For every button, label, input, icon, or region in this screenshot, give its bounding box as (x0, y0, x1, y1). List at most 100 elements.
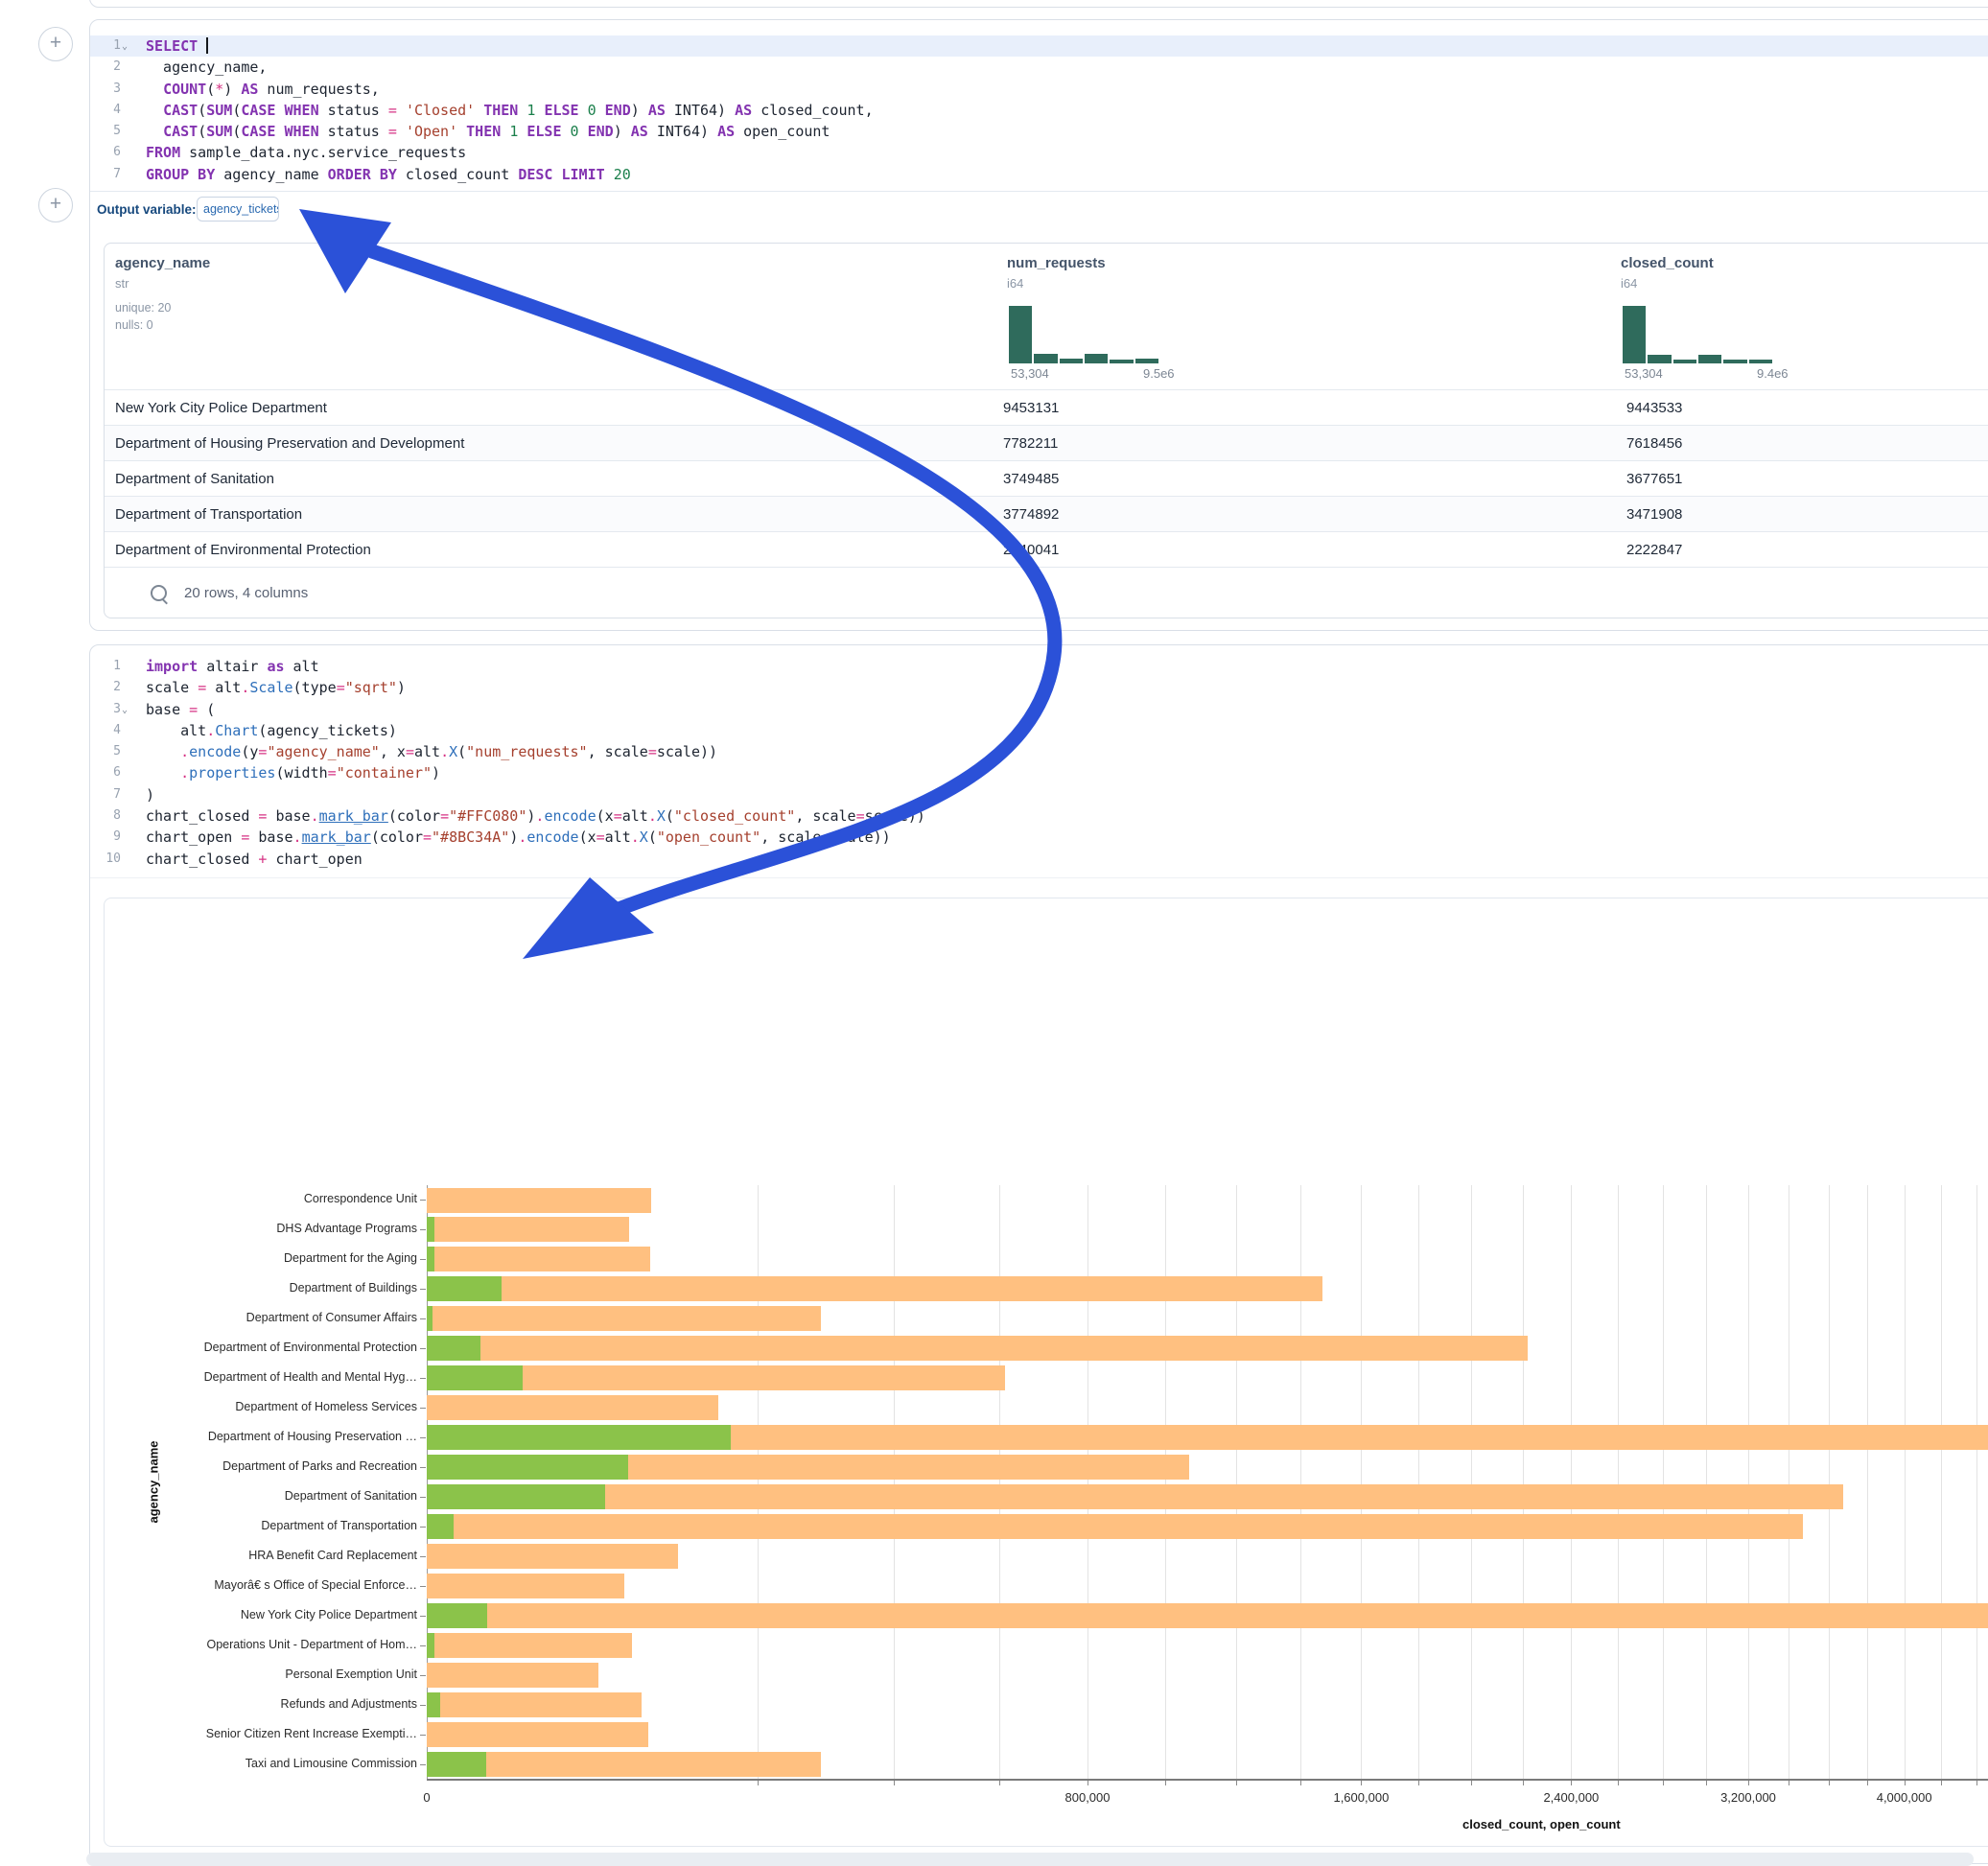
code-line[interactable]: 2 agency_name, (90, 57, 1988, 78)
bar-closed (427, 1484, 1843, 1509)
bar-closed (427, 1663, 598, 1688)
y-axis-tick (420, 1527, 426, 1528)
code-line[interactable]: 7) (90, 784, 1988, 805)
bar-closed (427, 1544, 678, 1569)
code-line[interactable]: 8chart_closed = base.mark_bar(color="#FF… (90, 805, 1988, 827)
histogram-bin (1060, 359, 1083, 363)
y-axis-label: DHS Advantage Programs (103, 1222, 417, 1235)
cell-closed-count: 3677651 (1626, 461, 1682, 497)
y-axis-label: HRA Benefit Card Replacement (103, 1549, 417, 1562)
histogram-bin (1673, 360, 1696, 363)
chart-gridline (1571, 1185, 1572, 1779)
chart-gridline (1300, 1185, 1301, 1779)
chart-gridline (1361, 1185, 1362, 1779)
y-axis-label: Refunds and Adjustments (103, 1697, 417, 1711)
bar-open (427, 1455, 628, 1480)
y-axis-tick (420, 1764, 426, 1765)
x-axis-tick-label: 4,000,000 (1877, 1790, 1932, 1805)
histogram-bin (1698, 355, 1721, 363)
chart-gridline (894, 1185, 895, 1779)
histogram-bin (1623, 306, 1646, 363)
table-row[interactable]: New York City Police Department945313194… (105, 389, 1988, 426)
y-axis-label: Correspondence Unit (103, 1192, 417, 1205)
column-header-closed-count[interactable]: closed_count (1621, 255, 1714, 271)
hist-max-label: 9.4e6 (1757, 366, 1789, 381)
code-line[interactable]: 6FROM sample_data.nyc.service_requests (90, 142, 1988, 163)
line-number: 2 (90, 677, 136, 698)
table-row[interactable]: Department of Environmental Protection22… (105, 531, 1988, 568)
table-row[interactable]: Department of Sanitation37494853677651 (105, 460, 1988, 497)
table-row[interactable]: Department of Housing Preservation and D… (105, 425, 1988, 461)
code-line[interactable]: 1import altair as alt (90, 656, 1988, 677)
y-axis-label: Mayorâ€ s Office of Special Enforce… (103, 1578, 417, 1592)
code-line[interactable]: 3⌄base = ( (90, 699, 1988, 720)
line-number: 4 (90, 100, 136, 121)
y-axis-tick (420, 1437, 426, 1438)
bar-open (427, 1484, 605, 1509)
code-line[interactable]: 10chart_closed + chart_open (90, 849, 1988, 870)
code-line[interactable]: 2scale = alt.Scale(type="sqrt") (90, 677, 1988, 698)
histogram-bin (1135, 359, 1158, 363)
x-axis-tick-label: 800,000 (1065, 1790, 1111, 1805)
y-axis-label: Personal Exemption Unit (103, 1668, 417, 1681)
column-header-num-requests[interactable]: num_requests (1007, 255, 1106, 271)
line-number: 6 (90, 762, 136, 783)
search-icon[interactable] (151, 585, 167, 601)
y-axis-line (427, 1185, 428, 1779)
histogram-bin (1110, 360, 1133, 363)
code-line[interactable]: 7GROUP BY agency_name ORDER BY closed_co… (90, 164, 1988, 185)
code-line[interactable]: 9chart_open = base.mark_bar(color="#8BC3… (90, 827, 1988, 848)
chart-gridline (1418, 1185, 1419, 1779)
code-line[interactable]: 5 CAST(SUM(CASE WHEN status = 'Open' THE… (90, 121, 1988, 142)
y-axis-tick (420, 1497, 426, 1498)
collapse-chevron-icon[interactable]: ⌄ (122, 41, 128, 52)
histogram-bin (1749, 360, 1772, 363)
chart-gridline (1976, 1185, 1977, 1779)
chart-gridline (1236, 1185, 1237, 1779)
line-number: 1 (90, 656, 136, 677)
y-axis-label: Department for the Aging (103, 1251, 417, 1265)
cell-closed-count: 2222847 (1626, 532, 1682, 568)
add-cell-button[interactable]: + (38, 27, 73, 61)
y-axis-tick (420, 1378, 426, 1379)
y-axis-tick (420, 1705, 426, 1706)
bar-open (427, 1276, 502, 1301)
column-header-agency-name[interactable]: agency_name (115, 255, 210, 271)
sql-code-area[interactable]: 1⌄SELECT 2 agency_name,3 COUNT(*) AS num… (90, 20, 1988, 192)
y-axis-tick (420, 1348, 426, 1349)
code-line[interactable]: 4 CAST(SUM(CASE WHEN status = 'Closed' T… (90, 100, 1988, 121)
bar-closed (427, 1514, 1803, 1539)
code-line[interactable]: 5 .encode(y="agency_name", x=alt.X("num_… (90, 741, 1988, 762)
table-row[interactable]: Department of Transportation377489234719… (105, 496, 1988, 532)
y-axis-tick (420, 1645, 426, 1646)
code-line[interactable]: 1⌄SELECT (90, 35, 1988, 57)
histogram-num-requests (1009, 304, 1158, 363)
bar-closed (427, 1633, 632, 1658)
histogram-range-labels: 53,304 9.4e6 (1625, 366, 1807, 381)
line-number: 1⌄ (90, 35, 136, 58)
code-line[interactable]: 4 alt.Chart(agency_tickets) (90, 720, 1988, 741)
chart-gridline (758, 1185, 759, 1779)
y-axis-tick (420, 1735, 426, 1736)
row-count-label: 20 rows, 4 columns (184, 585, 308, 601)
code-line[interactable]: 6 .properties(width="container") (90, 762, 1988, 783)
table-footer: 20 rows, 4 columns (105, 567, 1988, 619)
y-axis-label: Taxi and Limousine Commission (103, 1757, 417, 1770)
column-stat-nulls: nulls: 0 (115, 318, 153, 332)
y-axis-label: Operations Unit - Department of Hom… (103, 1638, 417, 1651)
bar-closed (427, 1217, 629, 1242)
cell-num-requests: 3774892 (1003, 497, 1059, 532)
bar-closed (427, 1603, 1988, 1628)
output-variable-pill[interactable]: agency_tickets (197, 197, 279, 222)
column-type: str (115, 276, 129, 291)
add-cell-button[interactable]: + (38, 188, 73, 222)
y-axis-tick (420, 1467, 426, 1468)
x-axis-tick-label: 0 (423, 1790, 430, 1805)
line-number: 3⌄ (90, 699, 136, 721)
code-line[interactable]: 3 COUNT(*) AS num_requests, (90, 79, 1988, 100)
collapse-chevron-icon[interactable]: ⌄ (122, 705, 128, 715)
bar-closed (427, 1188, 651, 1213)
bar-closed (427, 1306, 821, 1331)
bar-closed (427, 1276, 1322, 1301)
python-code-area[interactable]: 1import altair as alt2scale = alt.Scale(… (90, 645, 1988, 878)
